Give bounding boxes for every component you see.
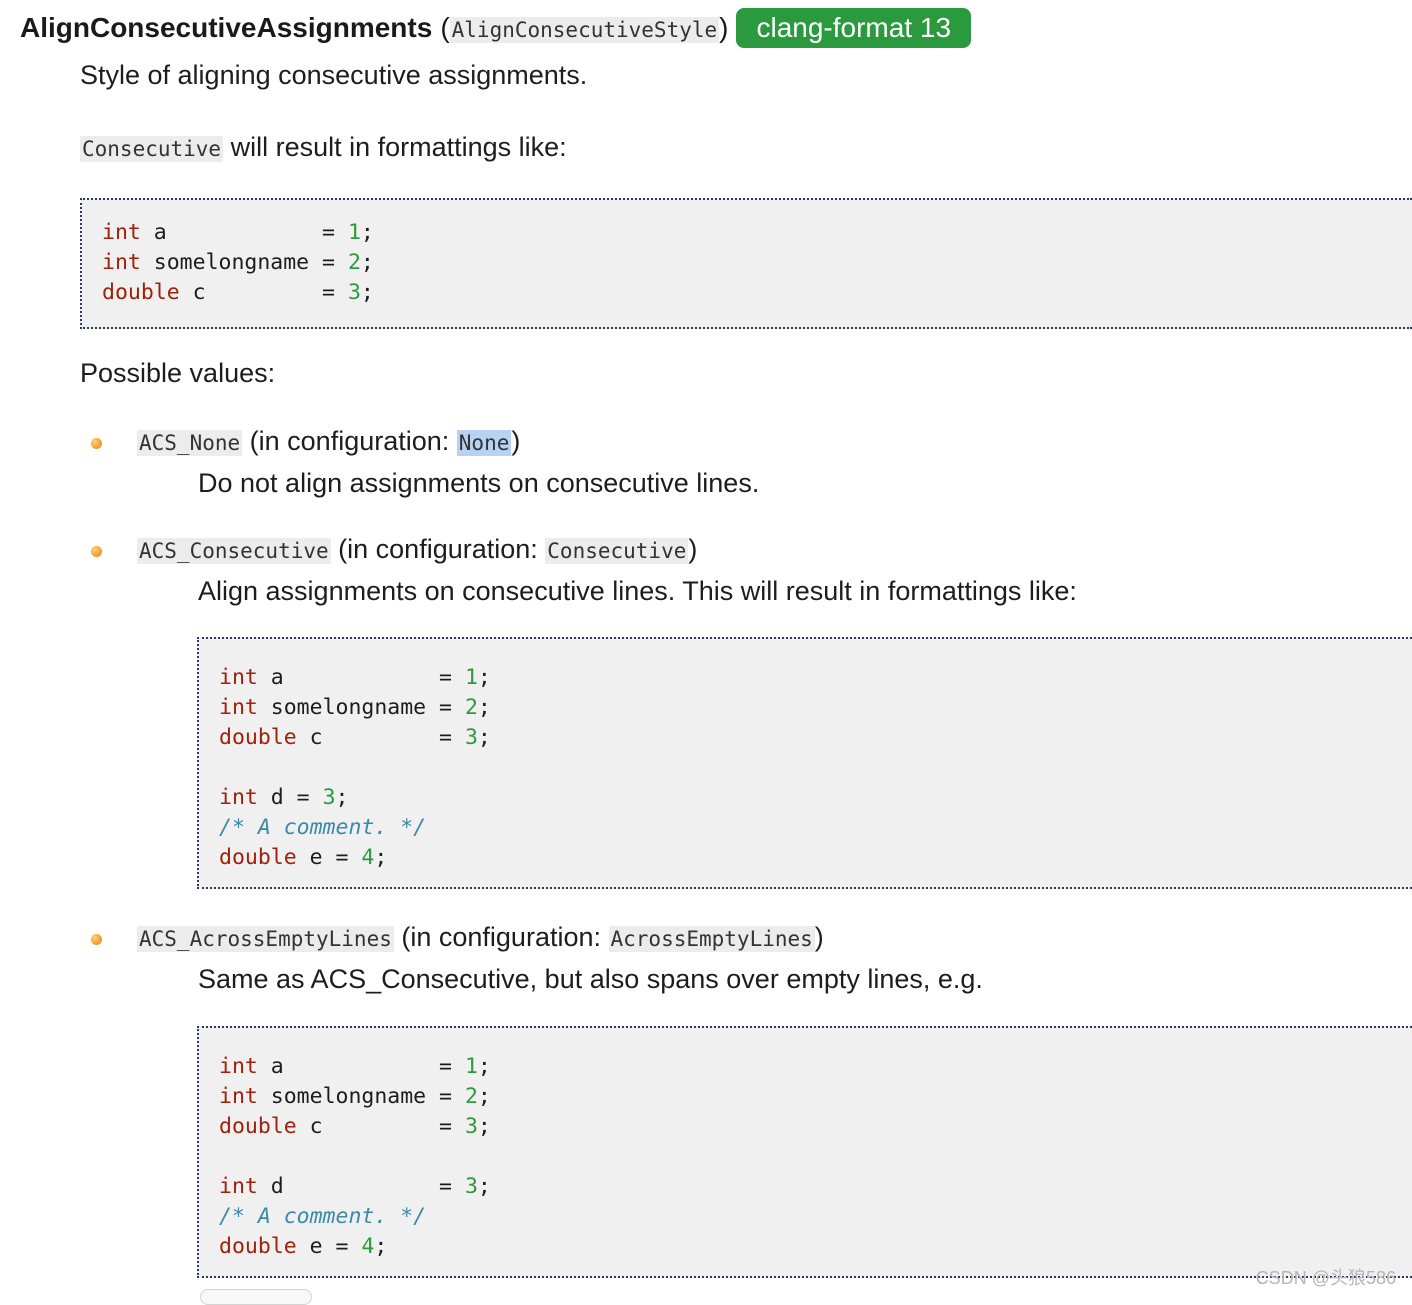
config-prefix: (in configuration: (330, 534, 546, 564)
option-description: Style of aligning consecutive assignment… (80, 60, 588, 90)
code-block-consecutive: int a = 1; int somelongname = 2; double … (197, 637, 1412, 889)
version-badge: clang-format 13 (736, 8, 972, 48)
watermark: CSDN @头狼586 (1255, 1268, 1396, 1288)
value-acs-consecutive: ACS_Consecutive (in configuration: Conse… (137, 534, 697, 565)
code-listing: int a = 1; int somelongname = 2; double … (219, 665, 491, 870)
config-value-selected: None (456, 430, 512, 456)
possible-values-label: Possible values: (80, 358, 276, 388)
value-description: Same as ACS_Consecutive, but also spans … (198, 964, 983, 994)
config-value: Consecutive (545, 538, 689, 564)
config-suffix: ) (688, 534, 698, 564)
code-listing: int a = 1; int somelongname = 2; double … (219, 1054, 491, 1259)
example-intro-code: Consecutive (80, 136, 224, 162)
config-suffix: ) (511, 426, 521, 456)
code-listing: int a = 1; int somelongname = 2; double … (102, 220, 374, 305)
bullet-icon (91, 438, 102, 449)
bullet-icon (91, 934, 102, 945)
option-type: AlignConsecutiveStyle (449, 17, 720, 43)
enum-name: ACS_None (137, 430, 243, 456)
close-paren: ) (719, 12, 729, 43)
example-intro-text: will result in formattings like: (223, 132, 567, 162)
config-value: AcrossEmptyLines (608, 926, 815, 952)
open-paren: ( (440, 12, 450, 43)
copy-button[interactable] (200, 1289, 312, 1305)
bullet-icon (91, 546, 102, 557)
config-prefix: (in configuration: (393, 922, 609, 952)
code-block-basic: int a = 1; int somelongname = 2; double … (80, 198, 1412, 329)
code-block-across-empty-lines: int a = 1; int somelongname = 2; double … (197, 1026, 1412, 1278)
value-acs-none: ACS_None (in configuration: None) (137, 426, 520, 457)
enum-name: ACS_AcrossEmptyLines (137, 926, 394, 952)
example-intro: Consecutive will result in formattings l… (80, 132, 567, 163)
config-suffix: ) (814, 922, 824, 952)
option-type-wrapper: (AlignConsecutiveStyle) (440, 12, 728, 44)
value-description: Do not align assignments on consecutive … (198, 468, 760, 498)
config-prefix: (in configuration: (242, 426, 457, 456)
enum-name: ACS_Consecutive (137, 538, 331, 564)
option-heading: AlignConsecutiveAssignments (AlignConsec… (20, 8, 972, 48)
value-acs-across-empty-lines: ACS_AcrossEmptyLines (in configuration: … (137, 922, 824, 953)
option-name: AlignConsecutiveAssignments (20, 12, 433, 43)
value-description: Align assignments on consecutive lines. … (198, 576, 1077, 606)
